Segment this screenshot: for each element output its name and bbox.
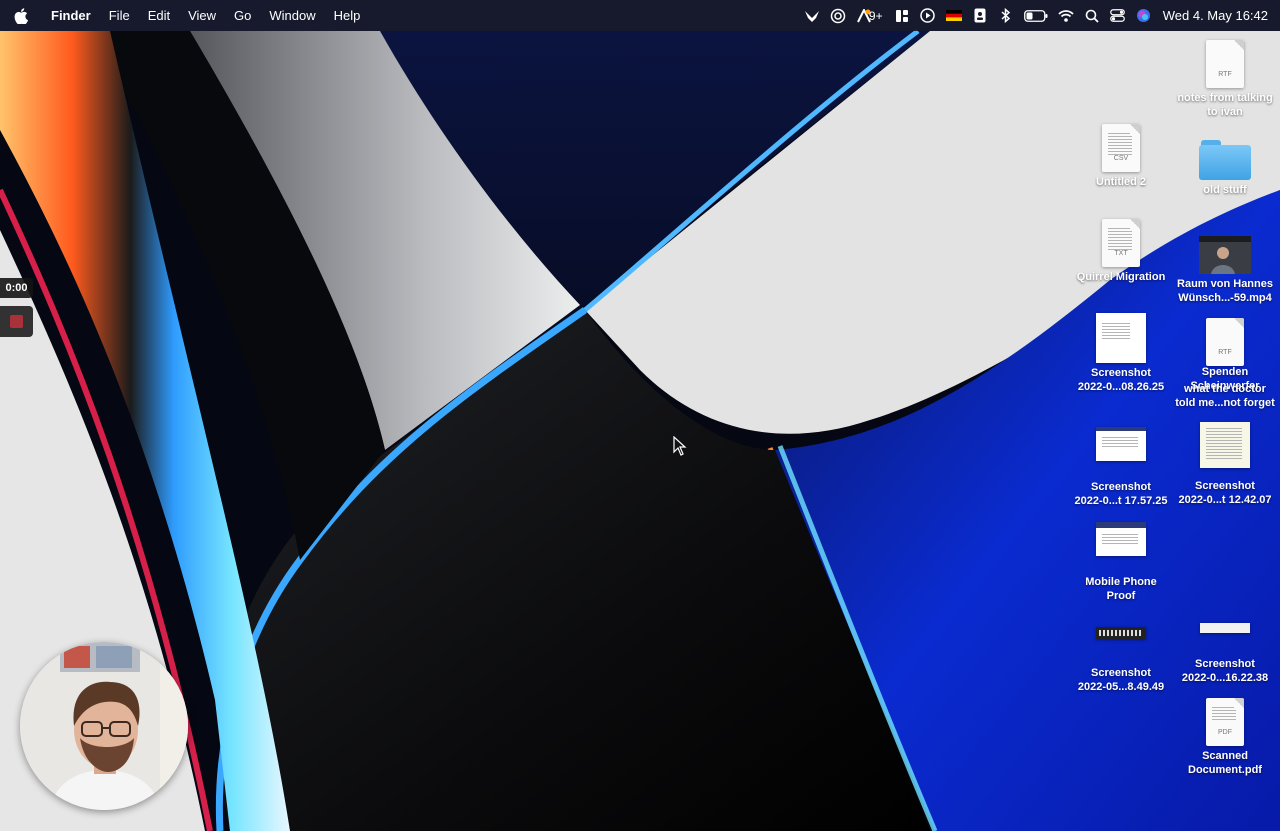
desktop-file-screenshot-084949[interactable]: Screenshot 2022-05...8.49.49 <box>1066 627 1176 694</box>
file-label: Raum von Hannes <box>1177 278 1273 290</box>
rtf-document-icon: RTF <box>1206 318 1244 366</box>
menu-help[interactable]: Help <box>325 0 370 31</box>
layout-icon[interactable] <box>889 0 915 31</box>
file-label: Untitled 2 <box>1095 176 1147 188</box>
file-label: notes from talking <box>1177 92 1273 104</box>
file-label: what the doctor <box>1184 383 1266 395</box>
desktop-file-quirrel-migration[interactable]: TXT Quirrel Migration <box>1066 219 1176 285</box>
menu-window[interactable]: Window <box>260 0 324 31</box>
file-label: 2022-05...8.49.49 <box>1077 680 1165 693</box>
desktop-folder-old-stuff[interactable]: old stuff <box>1170 140 1280 198</box>
siri-icon[interactable] <box>1131 0 1157 31</box>
screenshot-thumbnail-icon <box>1096 427 1146 461</box>
battery-icon[interactable] <box>1019 0 1053 31</box>
app-menu-finder[interactable]: Finder <box>42 0 100 31</box>
desktop-file-scanned-document-pdf[interactable]: PDF Scanned Document.pdf <box>1170 698 1280 777</box>
file-label: Quirrel Migration <box>1076 271 1166 283</box>
search-icon[interactable] <box>1079 0 1105 31</box>
file-label: 2022-0...16.22.38 <box>1181 671 1269 684</box>
wifi-icon[interactable] <box>1053 0 1079 31</box>
recording-timer: 0:00 <box>0 278 33 298</box>
file-label: to ivan <box>1207 105 1243 118</box>
notification-count: 9+ <box>868 8 883 23</box>
file-label: 2022-0...t 17.57.25 <box>1074 494 1168 507</box>
webcam-bubble[interactable] <box>20 642 188 810</box>
desktop-file-screenshot-082625[interactable]: Screenshot 2022-0...08.26.25 <box>1066 313 1176 394</box>
desktop-file-what-the-doctor-told-me[interactable]: what the doctor told me...not forget <box>1170 383 1280 410</box>
stop-recording-button[interactable] <box>0 306 33 337</box>
status-area: 9+ Wed 4. May 16:42 <box>799 0 1268 31</box>
file-label: Mobile Phone <box>1085 576 1157 588</box>
contact-icon[interactable] <box>967 0 993 31</box>
file-label: Screenshot <box>1091 367 1151 379</box>
file-label: Screenshot <box>1195 658 1255 670</box>
play-icon[interactable] <box>915 0 941 31</box>
a-badge-icon[interactable]: 9+ <box>851 0 889 31</box>
folder-icon <box>1199 140 1251 180</box>
apple-menu-icon[interactable] <box>0 7 42 24</box>
file-label: told me...not forget <box>1175 396 1275 409</box>
video-thumbnail-icon <box>1199 236 1251 274</box>
file-label: Proof <box>1106 589 1136 602</box>
desktop-file-video-recording[interactable]: Raum von Hannes Wünsch...-59.mp4 <box>1170 236 1280 305</box>
file-label: Screenshot <box>1091 667 1151 679</box>
file-label: Scanned <box>1202 750 1248 762</box>
file-label: 2022-0...08.26.25 <box>1077 380 1165 393</box>
control-center-icon[interactable] <box>1105 0 1131 31</box>
desktop-file-notes-from-talking-to-ivan[interactable]: RTF notes from talking to ivan <box>1170 40 1280 119</box>
file-label: Spenden <box>1201 366 1249 378</box>
bird-icon[interactable] <box>799 0 825 31</box>
menu-view[interactable]: View <box>179 0 225 31</box>
focus-icon[interactable] <box>825 0 851 31</box>
file-label: Screenshot <box>1091 481 1151 493</box>
bluetooth-icon[interactable] <box>993 0 1019 31</box>
file-label: 2022-0...t 12.42.07 <box>1178 493 1272 506</box>
file-label: Screenshot <box>1195 480 1255 492</box>
txt-document-icon: TXT <box>1102 219 1140 267</box>
desktop-file-screenshot-124207[interactable]: Screenshot 2022-0...t 12.42.07 <box>1170 422 1280 507</box>
menu-go[interactable]: Go <box>225 0 260 31</box>
german-flag-icon[interactable] <box>941 0 967 31</box>
file-label: old stuff <box>1203 184 1247 196</box>
menu-file[interactable]: File <box>100 0 139 31</box>
webcam-person-image <box>20 642 188 810</box>
screenshot-thumbnail-icon <box>1200 623 1250 633</box>
screenshot-thumbnail-icon <box>1200 422 1250 468</box>
screenshot-thumbnail-icon <box>1096 313 1146 363</box>
rtf-document-icon: RTF <box>1206 40 1244 88</box>
desktop-file-mobile-phone-proof[interactable]: Mobile Phone Proof <box>1066 522 1176 603</box>
screenshot-thumbnail-icon <box>1096 522 1146 556</box>
file-label: Wünsch...-59.mp4 <box>1178 291 1272 304</box>
screenshot-thumbnail-icon <box>1096 627 1146 639</box>
csv-document-icon: CSV <box>1102 124 1140 172</box>
file-label: Document.pdf <box>1188 763 1262 776</box>
clock[interactable]: Wed 4. May 16:42 <box>1163 8 1268 23</box>
desktop-file-screenshot-175725[interactable]: Screenshot 2022-0...t 17.57.25 <box>1066 427 1176 508</box>
desktop-file-untitled-2[interactable]: CSV Untitled 2 <box>1066 124 1176 190</box>
menu-edit[interactable]: Edit <box>139 0 179 31</box>
menu-bar: Finder File Edit View Go Window Help 9+ <box>0 0 1280 31</box>
mouse-cursor-icon <box>673 436 687 456</box>
stop-icon <box>10 315 23 328</box>
desktop-file-screenshot-162238[interactable]: Screenshot 2022-0...16.22.38 <box>1170 623 1280 685</box>
pdf-document-icon: PDF <box>1206 698 1244 746</box>
